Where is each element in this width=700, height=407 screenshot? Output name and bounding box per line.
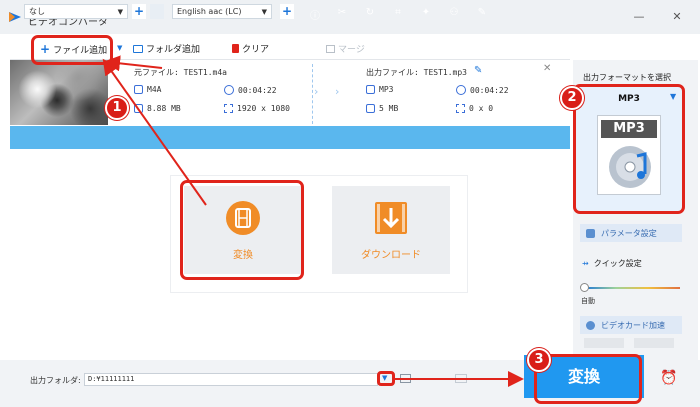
- arrow-to-add-file: [102, 58, 207, 206]
- arrow-to-add-file: [104, 55, 163, 72]
- step-3-badge: 3: [527, 348, 551, 372]
- step-2-badge: 2: [560, 86, 584, 110]
- step-1-badge: 1: [105, 96, 129, 120]
- annotation-arrows: [102, 55, 524, 387]
